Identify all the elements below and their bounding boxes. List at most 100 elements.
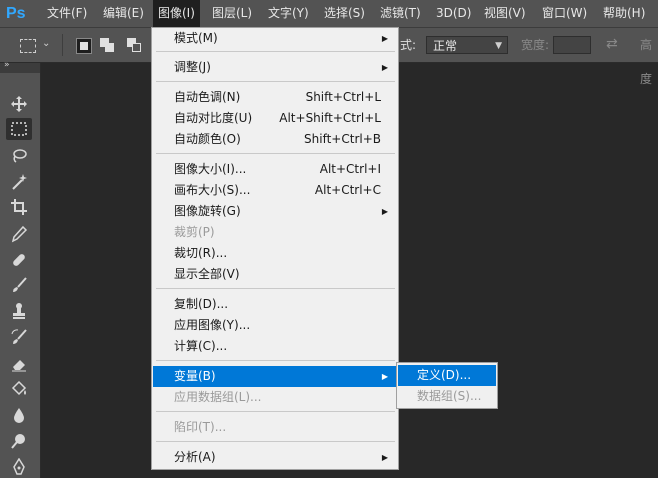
menu-item-label: 复制(D)... (174, 297, 229, 311)
menu-item-shortcut: Alt+Ctrl+C (314, 183, 381, 197)
menu-item-image-size[interactable]: 图像大小(I)... Alt+Ctrl+I (153, 159, 397, 180)
menu-bar: Ps 文件(F) 编辑(E) 图像(I) 图层(L) 文字(Y) 选择(S) 滤… (0, 0, 658, 28)
width-input[interactable] (553, 36, 591, 54)
menu-3d[interactable]: 3D(D) (431, 0, 476, 27)
marquee-tool-icon[interactable] (6, 118, 32, 140)
variables-submenu: 定义(D)... 数据组(S)... (396, 362, 498, 409)
pen-tool-icon[interactable] (6, 456, 32, 478)
menu-separator (156, 360, 395, 361)
menu-file[interactable]: 文件(F) (42, 0, 92, 27)
panel-collapse-grip[interactable]: » (0, 60, 40, 73)
menu-filter[interactable]: 滤镜(T) (375, 0, 426, 27)
menu-item-mode[interactable]: 模式(M) ▶ (153, 28, 397, 49)
menu-view[interactable]: 视图(V) (479, 0, 531, 27)
dodge-tool-icon[interactable] (6, 430, 32, 452)
menu-item-label: 画布大小(S)... (174, 183, 251, 197)
menu-item-label: 变量(B) (174, 369, 216, 383)
magic-wand-icon[interactable] (6, 171, 32, 193)
style-label: 式: (400, 38, 417, 52)
submenu-arrow-icon: ▶ (381, 207, 388, 216)
menu-window[interactable]: 窗口(W) (537, 0, 592, 27)
lasso-tool-icon[interactable] (6, 145, 32, 167)
menu-separator (156, 81, 395, 82)
menu-item-auto-color[interactable]: 自动颜色(O) Shift+Ctrl+B (153, 129, 397, 150)
menu-item-crop: 裁剪(P) (153, 222, 397, 243)
move-tool-icon[interactable] (6, 93, 32, 115)
chevron-down-icon: ▼ (495, 41, 502, 51)
menu-item-trap: 陷印(T)... (153, 417, 397, 438)
menu-item-label: 显示全部(V) (174, 267, 240, 281)
healing-brush-icon[interactable] (6, 249, 32, 271)
menu-item-image-rotation[interactable]: 图像旋转(G) ▶ (153, 201, 397, 222)
eyedropper-icon[interactable] (6, 223, 32, 245)
menu-help[interactable]: 帮助(H) (598, 0, 650, 27)
menu-image[interactable]: 图像(I) (153, 0, 200, 27)
style-select[interactable]: 正常 ▼ (426, 36, 508, 54)
menu-item-label: 计算(C)... (174, 339, 228, 353)
width-label: 宽度: (521, 38, 550, 52)
menu-item-label: 自动颜色(O) (174, 132, 241, 146)
menu-item-label: 调整(J) (174, 60, 211, 74)
menu-item-label: 自动对比度(U) (174, 111, 253, 125)
divider (62, 34, 63, 56)
menu-item-analysis[interactable]: 分析(A) ▶ (153, 447, 397, 468)
menu-edit[interactable]: 编辑(E) (98, 0, 149, 27)
menu-item-apply-image[interactable]: 应用图像(Y)... (153, 315, 397, 336)
eraser-tool-icon[interactable] (6, 353, 32, 375)
menu-item-label: 裁剪(P) (174, 225, 215, 239)
submenu-item-label: 定义(D)... (417, 368, 472, 382)
clone-stamp-icon[interactable] (6, 300, 32, 322)
menu-separator (156, 288, 395, 289)
menu-item-label: 图像大小(I)... (174, 162, 247, 176)
new-selection-icon[interactable] (76, 38, 92, 54)
subtract-from-selection-icon[interactable] (127, 38, 143, 54)
crop-tool-icon[interactable] (6, 196, 32, 218)
menu-separator (156, 441, 395, 442)
submenu-item-label: 数据组(S)... (417, 389, 482, 403)
paint-bucket-icon[interactable] (6, 378, 32, 400)
menu-item-apply-data-set: 应用数据组(L)... (153, 387, 397, 408)
brush-tool-icon[interactable] (6, 274, 32, 296)
submenu-item-define[interactable]: 定义(D)... (398, 365, 496, 386)
menu-item-shortcut: Shift+Ctrl+L (305, 90, 381, 104)
photoshop-logo: Ps (6, 5, 26, 22)
menu-item-trim[interactable]: 裁切(R)... (153, 243, 397, 264)
menu-item-label: 自动色调(N) (174, 90, 241, 104)
menu-item-shortcut: Alt+Shift+Ctrl+L (279, 111, 381, 125)
history-brush-icon[interactable] (6, 326, 32, 348)
menu-item-shortcut: Alt+Ctrl+I (319, 162, 381, 176)
submenu-arrow-icon: ▶ (381, 34, 388, 43)
menu-select[interactable]: 选择(S) (319, 0, 370, 27)
menu-item-auto-contrast[interactable]: 自动对比度(U) Alt+Shift+Ctrl+L (153, 108, 397, 129)
double-chevron-icon: » (4, 60, 10, 70)
menu-item-calculations[interactable]: 计算(C)... (153, 336, 397, 357)
menu-item-shortcut: Shift+Ctrl+B (304, 132, 381, 146)
menu-item-label: 模式(M) (174, 31, 218, 45)
menu-item-label: 应用数据组(L)... (174, 390, 262, 404)
blur-tool-icon[interactable] (6, 404, 32, 426)
menu-type[interactable]: 文字(Y) (263, 0, 314, 27)
menu-item-auto-tone[interactable]: 自动色调(N) Shift+Ctrl+L (153, 87, 397, 108)
rectangular-marquee-icon[interactable] (20, 39, 36, 53)
menu-item-reveal-all[interactable]: 显示全部(V) (153, 264, 397, 285)
submenu-arrow-icon: ▶ (381, 453, 388, 462)
menu-layer[interactable]: 图层(L) (207, 0, 257, 27)
menu-item-label: 裁切(R)... (174, 246, 228, 260)
submenu-arrow-icon: ▶ (381, 372, 388, 381)
swap-width-height-icon[interactable]: ⇄ (606, 36, 618, 52)
menu-item-label: 分析(A) (174, 450, 216, 464)
submenu-item-data-sets: 数据组(S)... (398, 386, 496, 407)
menu-item-canvas-size[interactable]: 画布大小(S)... Alt+Ctrl+C (153, 180, 397, 201)
style-select-value: 正常 (433, 39, 458, 53)
menu-separator (156, 411, 395, 412)
chevron-down-icon[interactable]: ⌄ (42, 38, 58, 54)
height-label: 高度 (640, 38, 653, 86)
menu-item-label: 应用图像(Y)... (174, 318, 251, 332)
menu-item-adjustments[interactable]: 调整(J) ▶ (153, 57, 397, 78)
tools-panel: » (0, 60, 41, 478)
image-menu-dropdown: 模式(M) ▶ 调整(J) ▶ 自动色调(N) Shift+Ctrl+L 自动对… (151, 27, 399, 470)
menu-item-label: 图像旋转(G) (174, 204, 241, 218)
add-to-selection-icon[interactable] (100, 38, 116, 54)
menu-item-duplicate[interactable]: 复制(D)... (153, 294, 397, 315)
menu-item-variables[interactable]: 变量(B) ▶ (153, 366, 397, 387)
